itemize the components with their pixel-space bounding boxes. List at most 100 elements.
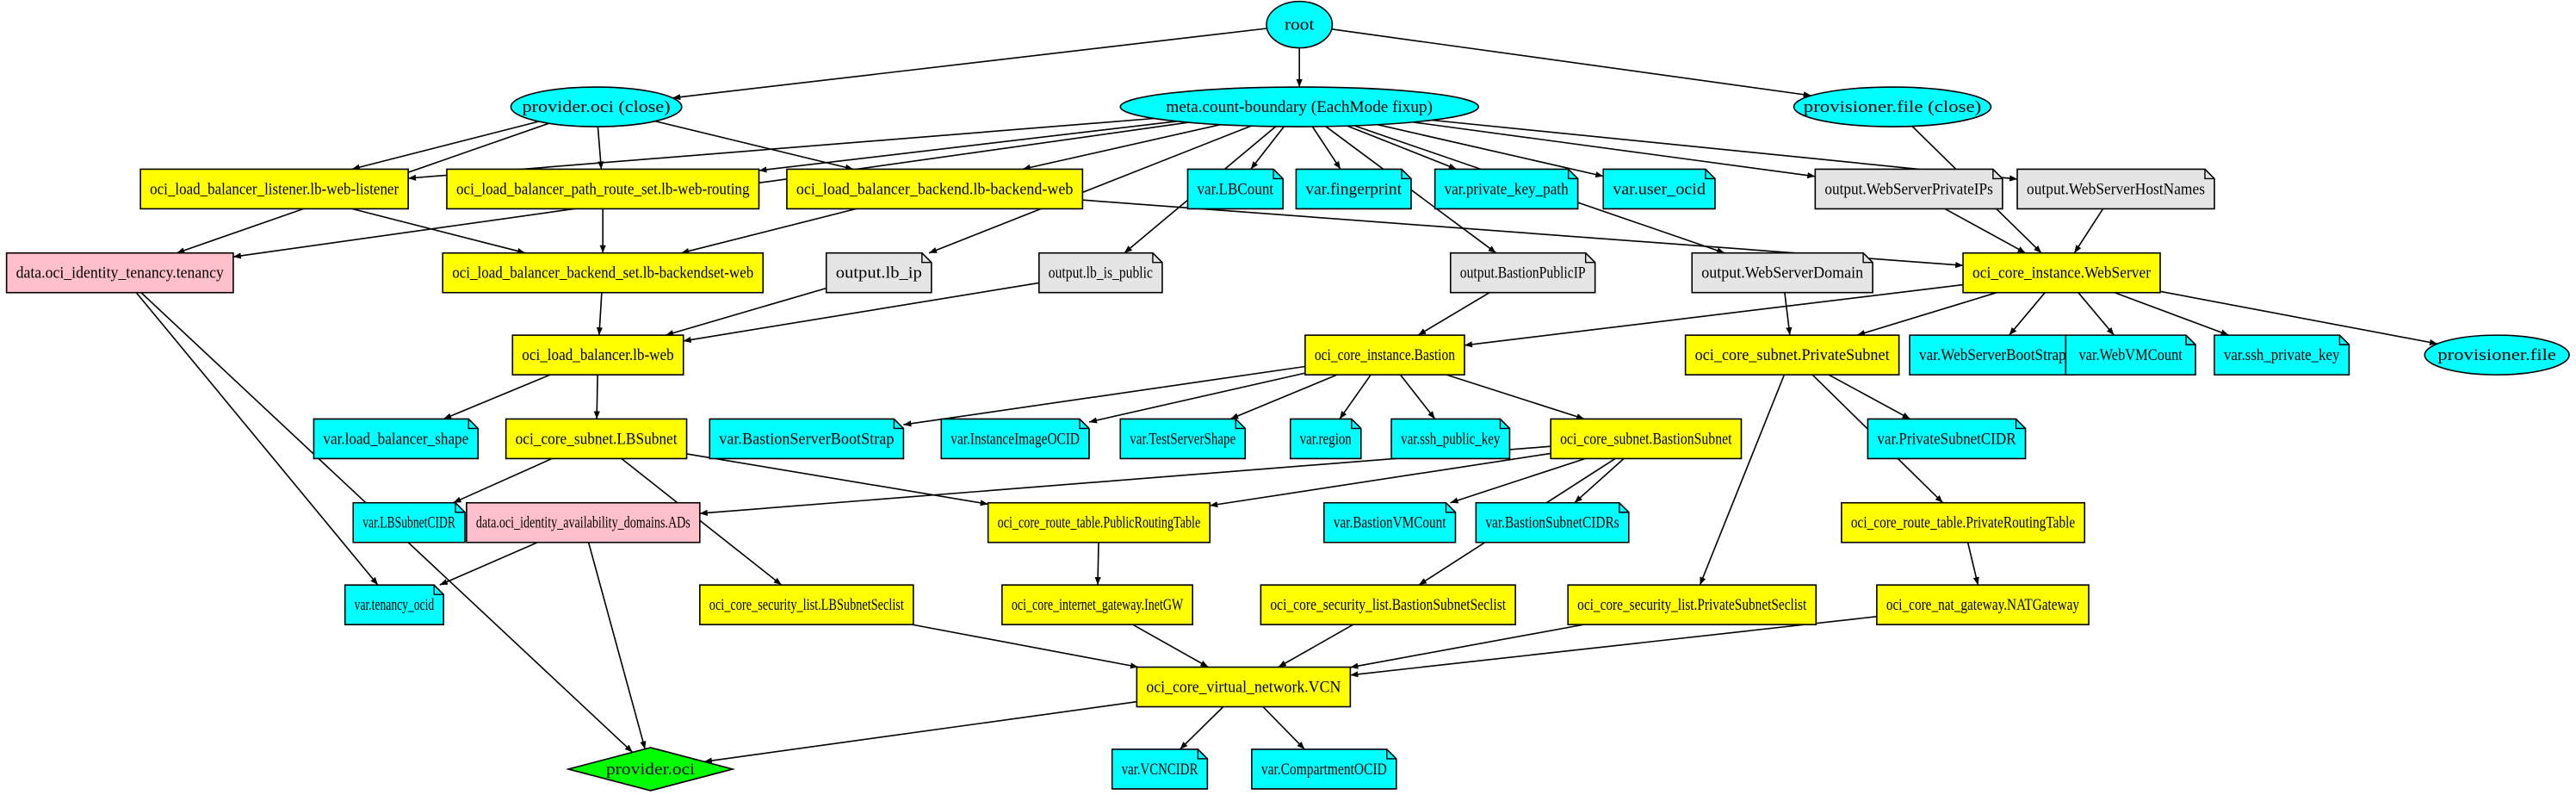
- graph-node-label: var.InstanceImageOCID: [951, 430, 1080, 448]
- graph-edge-bastion-to-bastionsubnet: [1446, 374, 1585, 420]
- graph-node-label: oci_core_instance.Bastion: [1315, 346, 1455, 364]
- graph-node-bastionsubnet: oci_core_subnet.BastionSubnet: [1550, 418, 1743, 460]
- graph-node-pubroute: oci_core_route_table.PublicRoutingTable: [987, 501, 1211, 543]
- graph-node-inetgw: oci_core_internet_gateway.InetGW: [1001, 584, 1194, 625]
- graph-edge-lbsubnet-to-v-lbcidr: [453, 457, 553, 504]
- edge-layer: [135, 28, 2438, 764]
- graph-edge-lb-web-to-v-lbshape: [443, 374, 551, 420]
- graph-edge-webserver-to-v-webvmcount: [2078, 292, 2115, 336]
- graph-edge-pubroute-to-inetgw: [1094, 542, 1101, 586]
- graph-node-webserver: oci_core_instance.WebServer: [1962, 252, 2161, 294]
- graph-node-natgw: oci_core_nat_gateway.NATGateway: [1876, 584, 2090, 625]
- graph-edge-meta-count-to-lb-route: [759, 121, 1178, 173]
- graph-edge-d-ads-to-provider: [587, 542, 647, 749]
- graph-node-v-lbcount: var.LBCount: [1186, 168, 1284, 210]
- graph-node-label: var.CompartmentOCID: [1261, 761, 1387, 779]
- graph-node-lb-backendset: oci_load_balancer_backend_set.lb-backend…: [442, 252, 765, 294]
- graph-edge-bastion-to-v-testshape: [1229, 374, 1338, 420]
- graph-node-v-imageocid: var.InstanceImageOCID: [940, 418, 1090, 460]
- graph-node-label: oci_core_route_table.PrivateRoutingTable: [1851, 514, 2075, 532]
- graph-node-label: oci_core_subnet.BastionSubnet: [1560, 430, 1732, 448]
- graph-node-label: var.BastionServerBootStrap: [719, 430, 894, 448]
- graph-node-label: oci_load_balancer_backend_set.lb-backend…: [452, 264, 753, 283]
- graph-node-label: output.lb_is_public: [1049, 264, 1153, 283]
- graph-node-v-userocid: var.user_ocid: [1602, 168, 1716, 210]
- graph-node-lb-web: oci_load_balancer.lb-web: [511, 334, 684, 376]
- graph-node-v-pkpath: var.private_key_path: [1434, 168, 1579, 210]
- graph-edge-root-to-prov-file-close: [1331, 28, 1811, 98]
- graph-edge-lb-backend-to-lb-backendset: [681, 208, 857, 254]
- graph-node-label: var.LBSubnetCIDR: [362, 514, 455, 532]
- graph-node-lb-backend: oci_load_balancer_backend.lb-backend-web: [786, 168, 1084, 210]
- graph-node-label: var.BastionVMCount: [1334, 514, 1446, 532]
- graph-node-label: provider.oci (close): [523, 98, 671, 116]
- graph-node-d-ads: data.oci_identity_availability_domains.A…: [466, 501, 701, 543]
- graph-node-label: var.tenancy_ocid: [355, 596, 435, 614]
- graph-node-label: root: [1285, 16, 1315, 34]
- graph-node-d-tenancy: data.oci_identity_tenancy.tenancy: [5, 252, 234, 294]
- graph-node-label: output.WebServerPrivateIPs: [1824, 180, 1993, 198]
- graph-node-privroute: oci_core_route_table.PrivateRoutingTable: [1841, 501, 2086, 543]
- graph-node-label: var.private_key_path: [1445, 180, 1569, 198]
- graph-edge-o-wshostnames-to-webserver: [2073, 208, 2104, 254]
- graph-edge-lb-web-to-lbsubnet: [593, 375, 600, 419]
- graph-node-v-vcncidr: var.VCNCIDR: [1111, 748, 1209, 790]
- graph-node-privsubnet: oci_core_subnet.PrivateSubnet: [1684, 334, 1900, 376]
- graph-node-o-wsprivips: output.WebServerPrivateIPs: [1814, 168, 2003, 210]
- graph-edge-webserver-to-privsubnet: [1856, 291, 1997, 336]
- graph-node-o-lbip: output.lb_ip: [825, 252, 932, 294]
- graph-node-label: output.BastionPublicIP: [1460, 264, 1586, 283]
- graph-node-v-bastionvmcount: var.BastionVMCount: [1323, 501, 1457, 543]
- graph-node-v-tenancyocid: var.tenancy_ocid: [344, 584, 444, 625]
- graph-edge-sl-bastion-to-vcn: [1278, 624, 1354, 668]
- graph-node-label: provisioner.file (close): [1804, 98, 1981, 116]
- graph-node-label: oci_load_balancer_backend.lb-backend-web: [796, 180, 1073, 198]
- graph-node-label: oci_load_balancer_path_route_set.lb-web-…: [456, 180, 750, 198]
- graph-edge-o-wsdomain-to-privsubnet: [1784, 292, 1793, 336]
- graph-edge-sl-lb-to-vcn: [912, 624, 1139, 669]
- graph-node-label: oci_load_balancer.lb-web: [522, 346, 673, 364]
- graph-node-v-sshpriv: var.ssh_private_key: [2214, 334, 2350, 376]
- graph-edge-bastion-to-v-sshpub: [1399, 374, 1436, 419]
- graph-edge-lbsubnet-to-pubroute: [686, 453, 988, 506]
- graph-edge-webserver-to-v-sshpriv: [2114, 291, 2229, 336]
- graph-node-label: oci_core_virtual_network.VCN: [1146, 679, 1341, 697]
- graph-edge-privsubnet-to-sl-priv: [1699, 374, 1786, 586]
- graph-node-root: root: [1266, 0, 1334, 49]
- graph-edge-root-to-provider-close: [672, 28, 1267, 101]
- graph-node-label: var.WebServerBootStrap: [1919, 346, 2066, 364]
- graph-node-vcn: oci_core_virtual_network.VCN: [1136, 666, 1352, 708]
- graph-node-sl-lb: oci_core_security_list.LBSubnetSeclist: [699, 584, 914, 625]
- dependency-graph: root provider.oci (close) meta.count-bound…: [5, 0, 2570, 792]
- graph-node-label: data.oci_identity_availability_domains.A…: [476, 514, 690, 532]
- graph-edge-webserver-to-v-wsboot: [2009, 292, 2046, 336]
- graph-node-sl-priv: oci_core_security_list.PrivateSubnetSecl…: [1567, 584, 1817, 625]
- graph-node-v-privcidr: var.PrivateSubnetCIDR: [1867, 418, 2027, 460]
- graph-node-v-testshape: var.TestServerShape: [1119, 418, 1247, 460]
- graph-node-o-wshostnames: output.WebServerHostNames: [2016, 168, 2215, 210]
- graph-edge-natgw-to-vcn: [1350, 616, 1877, 678]
- graph-node-label: oci_core_internet_gateway.InetGW: [1012, 596, 1183, 614]
- graph-node-label: meta.count-boundary (EachMode fixup): [1166, 98, 1433, 116]
- graph-edge-bastion-to-v-imageocid: [1088, 372, 1306, 424]
- graph-node-label: var.ssh_private_key: [2224, 346, 2340, 364]
- graph-node-label: var.BastionSubnetCIDRs: [1485, 514, 1619, 532]
- graph-node-label: data.oci_identity_tenancy.tenancy: [16, 264, 225, 283]
- graph-node-label: output.lb_ip: [836, 264, 922, 283]
- graph-node-label: var.ssh_public_key: [1401, 430, 1501, 448]
- graph-edge-vcn-to-provider: [703, 700, 1137, 764]
- graph-edge-vcn-to-v-compocid: [1262, 705, 1305, 750]
- graph-node-label: oci_core_instance.WebServer: [1972, 264, 2152, 283]
- graph-edge-o-lbip-to-lb-web: [665, 287, 827, 337]
- graph-edge-d-ads-to-v-tenancyocid: [439, 541, 538, 586]
- graph-node-label: oci_core_security_list.PrivateSubnetSecl…: [1577, 596, 1807, 614]
- graph-node-provider: provider.oci: [566, 747, 736, 792]
- graph-node-label: oci_core_subnet.LBSubnet: [516, 430, 678, 448]
- graph-node-v-region: var.region: [1289, 418, 1362, 460]
- graph-node-label: provisioner.file: [2437, 346, 2556, 364]
- graph-node-sl-bastion: oci_core_security_list.BastionSubnetSecl…: [1260, 584, 1516, 625]
- graph-node-v-wsboot: var.WebServerBootStrap: [1909, 334, 2077, 376]
- graph-node-v-bastioncidrs: var.BastionSubnetCIDRs: [1475, 501, 1630, 543]
- graph-edge-lb-listener-to-lb-backendset: [351, 208, 526, 254]
- graph-node-prov-file-close: provisioner.file (close): [1793, 86, 1992, 127]
